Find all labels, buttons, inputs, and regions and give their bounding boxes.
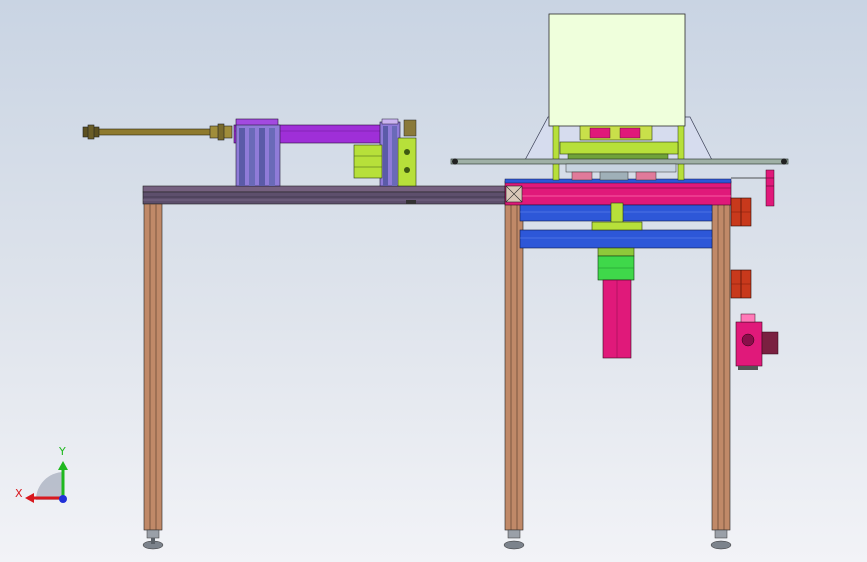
blue-cross-plate-lower bbox=[519, 229, 713, 249]
triad-y-label: Y bbox=[58, 445, 66, 458]
main-frame bbox=[503, 178, 732, 550]
triad-x-label: X bbox=[15, 487, 23, 500]
right-side-components bbox=[730, 169, 779, 370]
cad-assembly-drawing: Y X bbox=[15, 13, 789, 550]
left-front-leg bbox=[143, 203, 163, 531]
cad-viewport[interactable]: Y X bbox=[0, 0, 867, 562]
hopper-box bbox=[548, 13, 686, 127]
left-table-top-plate bbox=[142, 185, 512, 193]
left-table-top-frame bbox=[142, 191, 512, 205]
gripper-block bbox=[353, 144, 383, 179]
left-table bbox=[142, 185, 512, 550]
hopper-assembly bbox=[450, 13, 789, 181]
view-triad: Y X bbox=[15, 445, 68, 503]
cylinder-rod bbox=[95, 128, 221, 136]
triad-z-axis-dot bbox=[59, 495, 67, 503]
turntable-plate bbox=[450, 158, 789, 165]
pink-top-plate bbox=[504, 180, 732, 206]
lift-cylinder bbox=[591, 202, 643, 359]
sensor-probe bbox=[765, 169, 775, 207]
leveling-foot bbox=[146, 529, 160, 539]
right-main-leg bbox=[711, 185, 731, 531]
